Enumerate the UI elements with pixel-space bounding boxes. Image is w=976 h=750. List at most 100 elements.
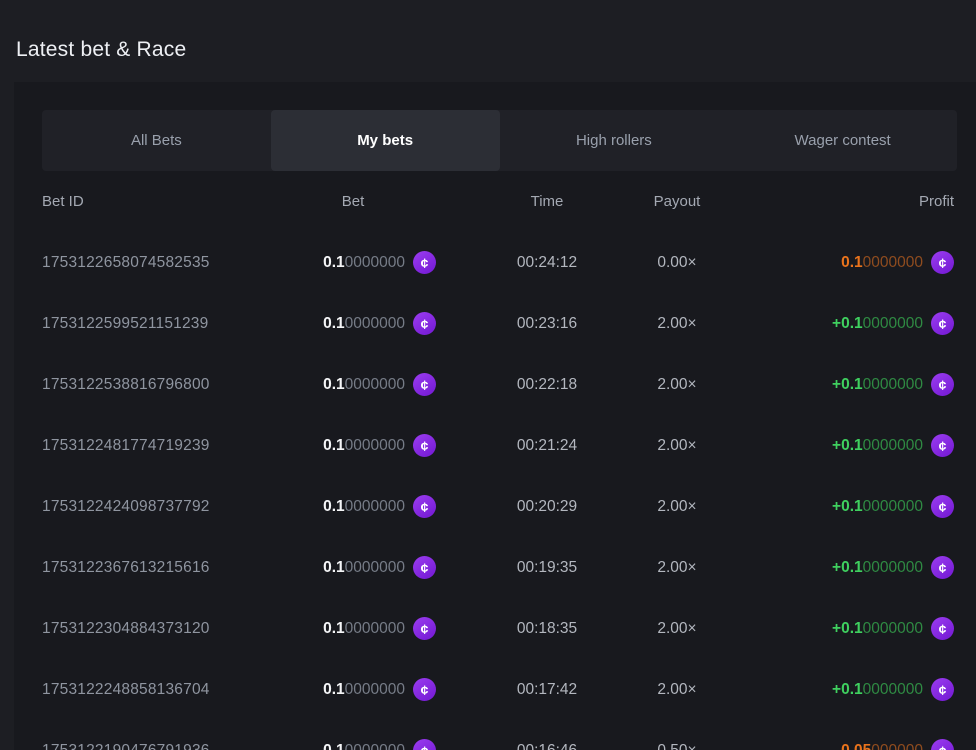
bet-id-value: 1753122538816796800 [42,376,270,394]
bet-amount-zeros: 0000000 [345,681,405,699]
payout-value: 2.00× [622,315,732,333]
profit-amount-significant: +0.1 [832,681,863,699]
tab-high-rollers[interactable]: High rollers [500,110,729,171]
time-value: 00:21:24 [472,437,622,455]
profit-amount: 0.05000000 ¢ [732,739,954,750]
column-header-bet: Bet [270,193,436,210]
table-row[interactable]: 1753122190476791936 0.10000000 ¢ 00:16:4… [14,720,976,750]
profit-amount: +0.10000000 ¢ [732,373,954,396]
profit-amount-significant: 0.1 [841,254,863,272]
profit-amount-significant: +0.1 [832,315,863,333]
profit-amount-zeros: 000000 [871,742,923,750]
profit-amount: 0.10000000 ¢ [732,251,954,274]
profit-amount-zeros: 0000000 [863,254,923,272]
table-row[interactable]: 1753122424098737792 0.10000000 ¢ 00:20:2… [14,476,976,537]
profit-amount: +0.10000000 ¢ [732,556,954,579]
profit-amount: +0.10000000 ¢ [732,495,954,518]
bet-id-value: 1753122658074582535 [42,254,270,272]
table-row[interactable]: 1753122367613215616 0.10000000 ¢ 00:19:3… [14,537,976,598]
bet-amount: 0.10000000 ¢ [270,251,436,274]
bet-amount-zeros: 0000000 [345,742,405,750]
coin-icon: ¢ [931,495,954,518]
tab-my-bets[interactable]: My bets [271,110,500,171]
time-value: 00:19:35 [472,559,622,577]
column-header-bet-id: Bet ID [42,193,270,210]
payout-value: 2.00× [622,620,732,638]
bet-id-value: 1753122481774719239 [42,437,270,455]
profit-amount: +0.10000000 ¢ [732,617,954,640]
bet-id-value: 1753122367613215616 [42,559,270,577]
profit-amount-zeros: 0000000 [863,437,923,455]
payout-value: 2.00× [622,681,732,699]
tab-wager-contest[interactable]: Wager contest [728,110,957,171]
table-row[interactable]: 1753122599521151239 0.1 0000000 ¢ 00:23:1… [14,293,976,354]
table-row[interactable]: 1753122304884373120 0.10000000 ¢ 00:18:3… [14,598,976,659]
bet-amount-significant: 0.1 [323,559,345,577]
table-row[interactable]: 1753122538816796800 0.10000000 ¢ 00:22:1… [14,354,976,415]
profit-amount-significant: +0.1 [832,620,863,638]
bet-amount: 0.10000000 ¢ [270,373,436,396]
bet-amount-zeros: 0000000 [345,559,405,577]
profit-amount-significant: +0.1 [832,498,863,516]
bets-tabbar: All Bets My bets High rollers Wager cont… [42,110,957,171]
time-value: 00:20:29 [472,498,622,516]
bet-id-value: 1753122599521151239 [42,315,270,333]
bet-id-value: 1753122190476791936 [42,742,270,750]
coin-icon: ¢ [931,556,954,579]
bet-id-value: 1753122424098737792 [42,498,270,516]
coin-icon: ¢ [413,495,436,518]
bet-amount-significant: 0.1 [323,315,345,333]
payout-value: 2.00× [622,498,732,516]
bet-amount-zeros: 0000000 [345,376,405,394]
bet-amount: 0.10000000 ¢ [270,495,436,518]
tab-label: All Bets [131,132,182,149]
profit-amount-zeros: 0000000 [863,376,923,394]
page-title: Latest bet & Race [0,0,976,82]
coin-icon: ¢ [413,373,436,396]
coin-icon: ¢ [413,617,436,640]
profit-amount-zeros: 0000000 [863,620,923,638]
coin-icon: ¢ [413,739,436,750]
column-header-time: Time [472,193,622,210]
profit-amount-zeros: 0000000 [863,315,923,333]
profit-amount: +0.10000000 ¢ [732,312,954,335]
bet-amount-zeros: 0000000 [345,620,405,638]
bet-amount-significant: 0.1 [323,742,345,750]
bet-id-value: 1753122304884373120 [42,620,270,638]
bet-amount-significant: 0.1 [323,437,345,455]
table-row[interactable]: 1753122658074582535 0.10000000 ¢ 00:24:1… [14,232,976,293]
table-row[interactable]: 1753122248858136704 0.10000000 ¢ 00:17:4… [14,659,976,720]
tab-all-bets[interactable]: All Bets [42,110,271,171]
profit-amount-significant: +0.1 [832,376,863,394]
bet-amount-significant: 0.1 [323,620,345,638]
coin-icon: ¢ [931,373,954,396]
coin-icon: ¢ [931,617,954,640]
payout-value: 2.00× [622,437,732,455]
profit-amount-significant: 0.05 [841,742,871,750]
bet-amount: 0.10000000 ¢ [270,678,436,701]
coin-icon: ¢ [413,556,436,579]
table-header-row: Bet ID Bet Time Payout Profit [14,171,976,232]
payout-value: 0.00× [622,254,732,272]
tab-label: My bets [357,132,413,149]
payout-value: 2.00× [622,559,732,577]
bet-amount: 0.10000000 ¢ [270,434,436,457]
table-row[interactable]: 1753122481774719239 0.10000000 ¢ 00:21:2… [14,415,976,476]
profit-amount-zeros: 0000000 [863,498,923,516]
coin-icon: ¢ [413,678,436,701]
bet-amount-significant: 0.1 [323,498,345,516]
bet-amount-zeros: 0000000 [345,437,405,455]
bet-id-value: 1753122248858136704 [42,681,270,699]
coin-icon: ¢ [413,312,436,335]
coin-icon: ¢ [931,312,954,335]
profit-amount-zeros: 0000000 [863,559,923,577]
time-value: 00:23:16 [472,315,622,333]
tab-label: Wager contest [795,132,891,149]
time-value: 00:18:35 [472,620,622,638]
column-header-profit: Profit [732,193,954,210]
coin-icon: ¢ [413,251,436,274]
coin-icon: ¢ [931,251,954,274]
bet-amount: 0.10000000 ¢ [270,739,436,750]
profit-amount: +0.10000000 ¢ [732,678,954,701]
bet-amount-significant: 0.1 [323,376,345,394]
